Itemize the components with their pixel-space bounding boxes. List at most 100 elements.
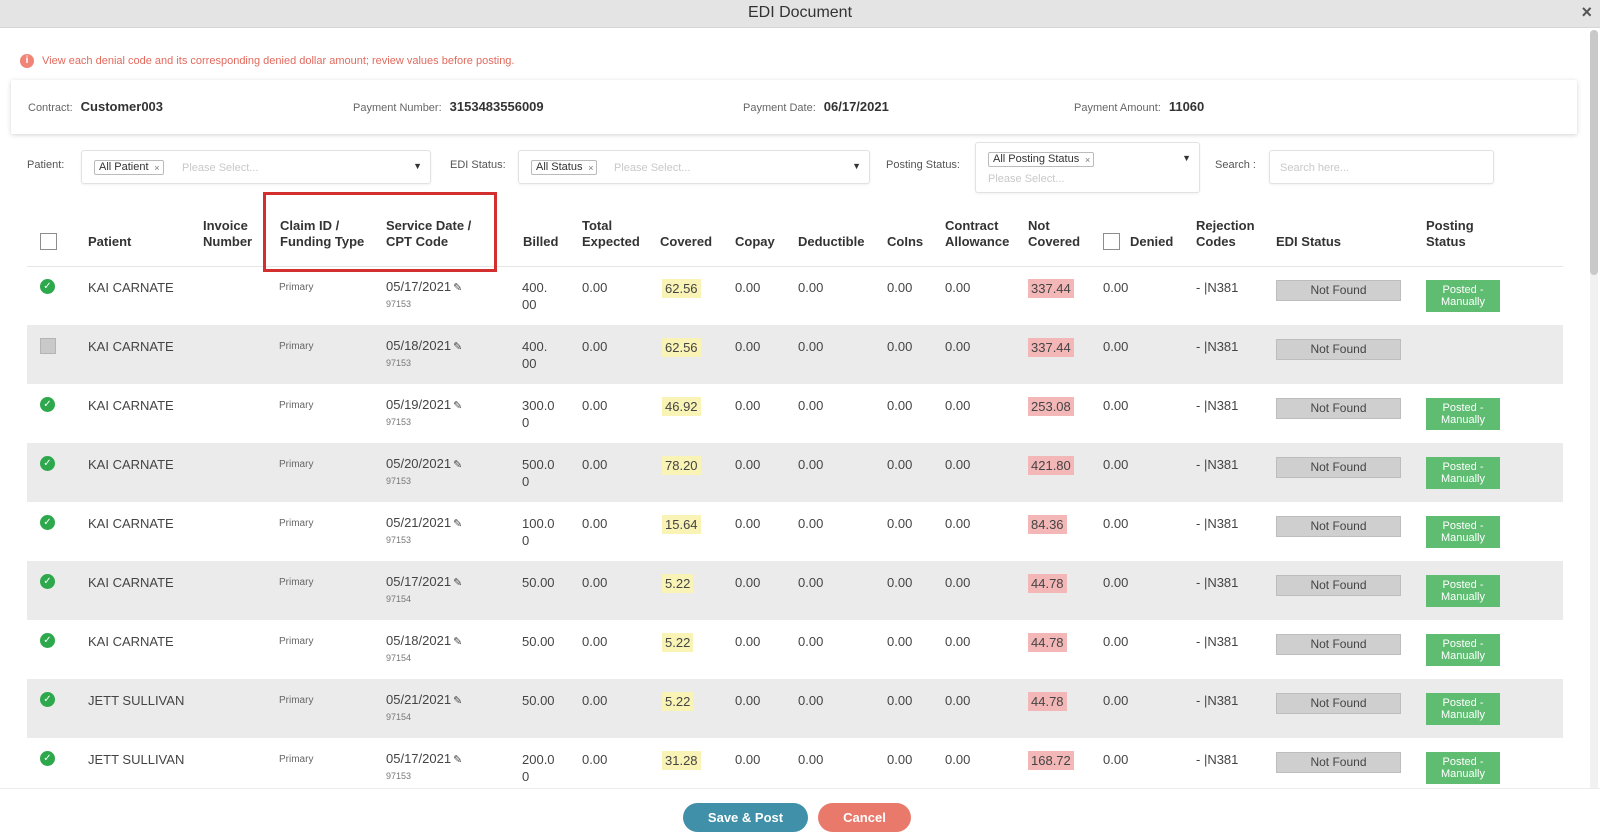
table-row[interactable]: ✓ KAI CARNATE Primary 05/20/2021 ✎ 97153 500.0… [27,443,1563,502]
payment-amount-value: 11060 [1168,99,1205,114]
patient-name: KAI CARNATE [88,457,174,472]
col-covered[interactable]: Covered [660,234,712,250]
billed-line2: 0 [522,474,530,489]
edi-status-badge: Not Found [1276,575,1401,596]
posting-status-line2: Manually [1440,532,1486,544]
cpt-code: 97153 [386,476,412,486]
deductible-amount: 0.00 [798,280,824,295]
col-invoice-number[interactable]: Invoice Number [203,218,252,250]
remove-tag-icon[interactable]: × [154,162,159,175]
contract-label: Contract: [28,102,73,114]
col-coins[interactable]: CoIns [887,234,923,250]
funding-type: Primary [279,400,314,411]
col-contract-allowance[interactable]: Contract Allowance [945,218,1009,250]
pencil-icon[interactable]: ✎ [453,400,462,412]
col-contract-line2: Allowance [945,234,1010,249]
remove-tag-icon[interactable]: × [1085,154,1090,167]
col-edi-status[interactable]: EDI Status [1276,234,1341,250]
rejection-codes: - |N381 [1196,398,1239,413]
funding-type: Primary [279,754,314,765]
chevron-down-icon[interactable]: ▼ [852,161,861,171]
total-expected: 0.00 [582,752,608,767]
total-expected: 0.00 [582,693,608,708]
edi-status-badge: Not Found [1276,398,1401,419]
col-not-covered[interactable]: Not Covered [1028,218,1080,250]
billed-line2: 0 [522,769,530,784]
pencil-icon[interactable]: ✎ [453,341,462,353]
col-deductible[interactable]: Deductible [798,234,864,250]
col-denied[interactable]: Denied [1130,234,1173,250]
rejection-codes: - |N381 [1196,634,1239,649]
search-input[interactable]: Search here... [1269,150,1494,184]
pencil-icon[interactable]: ✎ [453,518,462,530]
pencil-icon[interactable]: ✎ [453,282,462,294]
posting-status-select[interactable]: All Posting Status × Please Select... ▼ [975,142,1200,193]
pencil-icon[interactable]: ✎ [453,636,462,648]
col-total-expected[interactable]: Total Expected [582,218,640,250]
covered-amount: 31.28 [662,751,701,770]
table-row[interactable]: ✓ KAI CARNATE Primary 05/17/2021 ✎ 97154 50.00… [27,561,1563,620]
not-covered-amount: 421.80 [1028,456,1074,475]
posting-status-badge: Posted - Manually [1426,280,1500,312]
check-circle-icon[interactable]: ✓ [40,692,55,707]
col-posting-status[interactable]: Posting Status [1426,218,1474,250]
total-expected: 0.00 [582,457,608,472]
posting-status-badge: Posted - Manually [1426,457,1500,489]
table-row[interactable]: KAI CARNATE Primary 05/18/2021 ✎ 97153 400. 00… [27,325,1563,384]
rejection-codes: - |N381 [1196,457,1239,472]
save-and-post-button[interactable]: Save & Post [683,803,808,832]
col-patient[interactable]: Patient [88,234,131,250]
contract-allowance: 0.00 [945,280,971,295]
check-circle-icon[interactable]: ✓ [40,633,55,648]
check-circle-icon[interactable]: ✓ [40,279,55,294]
close-icon[interactable]: × [1581,2,1592,23]
coins-amount: 0.00 [887,693,913,708]
deductible-amount: 0.00 [798,752,824,767]
posting-status-filter-label: Posting Status: [886,159,960,171]
patient-tag[interactable]: All Patient × [94,160,164,175]
chevron-down-icon[interactable]: ▼ [1182,153,1191,163]
posting-status-tag[interactable]: All Posting Status × [988,152,1095,167]
table-row[interactable]: ✓ KAI CARNATE Primary 05/18/2021 ✎ 97154 50.00… [27,620,1563,679]
patient-select[interactable]: All Patient × Please Select... ▼ [81,150,431,184]
check-circle-icon[interactable]: ✓ [40,515,55,530]
select-all-checkbox[interactable] [40,233,57,250]
covered-amount: 78.20 [662,456,701,475]
denied-amount: 0.00 [1103,693,1129,708]
edi-status-tag[interactable]: All Status × [531,160,598,175]
covered-amount: 5.22 [662,633,694,652]
payment-amount-field: Payment Amount: 11060 [1074,99,1204,114]
table-row[interactable]: ✓ KAI CARNATE Primary 05/19/2021 ✎ 97153 300.0… [27,384,1563,443]
billed-amount: 50.00 [522,633,555,650]
pencil-icon[interactable]: ✎ [453,695,462,707]
covered-amount: 5.22 [662,692,694,711]
patient-tag-label: All Patient [99,161,149,173]
col-invoice-line2: Number [203,234,253,249]
posting-status-tag-label: All Posting Status [993,153,1080,165]
cancel-button[interactable]: Cancel [818,803,911,832]
edi-status-badge: Not Found [1276,280,1401,301]
check-circle-icon[interactable]: ✓ [40,751,55,766]
remove-tag-icon[interactable]: × [588,162,593,175]
col-copay[interactable]: Copay [735,234,775,250]
check-circle-icon[interactable]: ✓ [40,397,55,412]
edi-status-select[interactable]: All Status × Please Select... ▼ [518,150,870,184]
patient-name: JETT SULLIVAN [88,693,185,708]
posting-status-line1: Posted - [1442,461,1484,473]
billed-line1: 100.0 [522,516,555,531]
check-circle-icon[interactable]: ✓ [40,574,55,589]
denied-checkbox[interactable] [1103,233,1120,250]
check-circle-icon[interactable]: ✓ [40,456,55,471]
col-billed[interactable]: Billed [523,234,558,250]
edi-status-tag-label: All Status [536,161,583,173]
posting-status-badge: Posted - Manually [1426,693,1500,725]
table-row[interactable]: ✓ JETT SULLIVAN Primary 05/21/2021 ✎ 97154 50.… [27,679,1563,738]
col-rejection-codes[interactable]: Rejection Codes [1196,218,1255,250]
chevron-down-icon[interactable]: ▼ [413,161,422,171]
table-row[interactable]: ✓ KAI CARNATE Primary 05/21/2021 ✎ 97153 100.0… [27,502,1563,561]
pencil-icon[interactable]: ✎ [453,577,462,589]
pencil-icon[interactable]: ✎ [453,754,462,766]
copay-amount: 0.00 [735,693,761,708]
table-row[interactable]: ✓ KAI CARNATE Primary 05/17/2021 ✎ 97153 400. 0… [27,266,1563,325]
pencil-icon[interactable]: ✎ [453,459,462,471]
